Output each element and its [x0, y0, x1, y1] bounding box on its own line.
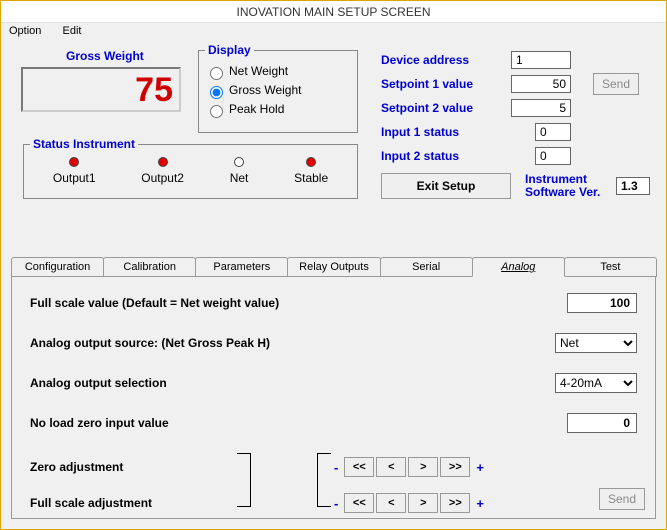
zero-fast-back-button[interactable]: << [344, 457, 374, 477]
full-fast-back-button[interactable]: << [344, 493, 374, 513]
radio-gross-label: Gross Weight [229, 83, 301, 97]
setpoint1-input[interactable] [511, 75, 571, 93]
display-group: Display Net Weight Gross Weight Peak Hol… [198, 43, 358, 133]
setpoint2-input[interactable] [511, 99, 571, 117]
device-address-label: Device address [381, 53, 511, 67]
tab-analog[interactable]: Analog [472, 257, 565, 277]
input2-status-label: Input 2 status [381, 149, 511, 163]
full-back-button[interactable]: < [376, 493, 406, 513]
tab-relay-outputs[interactable]: Relay Outputs [287, 257, 380, 277]
tab-serial[interactable]: Serial [380, 257, 473, 277]
device-block: Device address Setpoint 1 value Send Set… [381, 49, 651, 169]
radio-net-weight[interactable] [210, 67, 223, 80]
radio-net-label: Net Weight [229, 64, 288, 78]
software-version-label: Instrument Software Ver. [525, 173, 615, 199]
weight-display: 75 [21, 67, 181, 112]
bracket-left [317, 453, 331, 507]
status-group: Status Instrument Output1 Output2 Net St… [23, 137, 358, 199]
zero-plus-icon: + [472, 460, 488, 475]
send-button-analog[interactable]: Send [599, 488, 645, 510]
led-stable [306, 157, 316, 167]
zero-fast-fwd-button[interactable]: >> [440, 457, 470, 477]
menu-edit[interactable]: Edit [62, 25, 81, 37]
exit-setup-button[interactable]: Exit Setup [381, 173, 511, 199]
tab-calibration[interactable]: Calibration [103, 257, 196, 277]
full-fast-fwd-button[interactable]: >> [440, 493, 470, 513]
tab-configuration[interactable]: Configuration [11, 257, 104, 277]
device-address-input[interactable] [511, 51, 571, 69]
zero-back-button[interactable]: < [376, 457, 406, 477]
label-output2: Output2 [141, 171, 184, 185]
fullscale-input[interactable] [567, 293, 637, 313]
input2-status-input[interactable] [535, 147, 571, 165]
label-output1: Output1 [53, 171, 96, 185]
analog-source-label: Analog output source: (Net Gross Peak H) [30, 336, 555, 350]
full-minus-icon: - [330, 496, 342, 511]
analog-panel: Full scale value (Default = Net weight v… [11, 276, 656, 519]
analog-selection-label: Analog output selection [30, 376, 555, 390]
full-adj-label: Full scale adjustment [30, 496, 230, 510]
software-version-value: 1.3 [616, 177, 650, 195]
radio-peak-hold[interactable] [210, 105, 223, 118]
zero-minus-icon: - [330, 460, 342, 475]
send-button-top[interactable]: Send [593, 73, 639, 95]
status-legend: Status Instrument [30, 137, 138, 151]
setpoint1-label: Setpoint 1 value [381, 77, 511, 91]
zero-adj-label: Zero adjustment [30, 460, 230, 474]
radio-gross-weight[interactable] [210, 86, 223, 99]
label-net: Net [230, 171, 249, 185]
bracket-right [237, 453, 251, 507]
app-window: INOVATION MAIN SETUP SCREEN Option Edit … [0, 0, 667, 530]
menu-option[interactable]: Option [9, 25, 41, 37]
tab-strip: Configuration Calibration Parameters Rel… [11, 257, 656, 277]
input1-status-label: Input 1 status [381, 125, 511, 139]
input1-status-input[interactable] [535, 123, 571, 141]
analog-selection-select[interactable]: 4-20mA [555, 373, 637, 393]
tab-test[interactable]: Test [564, 257, 657, 277]
tab-parameters[interactable]: Parameters [195, 257, 288, 277]
noload-input[interactable] [567, 413, 637, 433]
fullscale-label: Full scale value (Default = Net weight v… [30, 296, 567, 310]
full-fwd-button[interactable]: > [408, 493, 438, 513]
radio-peak-label: Peak Hold [229, 102, 284, 116]
label-stable: Stable [294, 171, 328, 185]
analog-source-select[interactable]: Net [555, 333, 637, 353]
zero-fwd-button[interactable]: > [408, 457, 438, 477]
title-bar: INOVATION MAIN SETUP SCREEN [1, 1, 666, 23]
menu-bar: Option Edit [1, 23, 666, 43]
weight-value: 75 [135, 71, 173, 110]
led-output2 [158, 157, 168, 167]
full-plus-icon: + [472, 496, 488, 511]
setpoint2-label: Setpoint 2 value [381, 101, 511, 115]
display-legend: Display [205, 43, 254, 57]
gross-weight-title: Gross Weight [66, 49, 144, 63]
led-output1 [69, 157, 79, 167]
led-net [234, 157, 244, 167]
noload-label: No load zero input value [30, 416, 567, 430]
